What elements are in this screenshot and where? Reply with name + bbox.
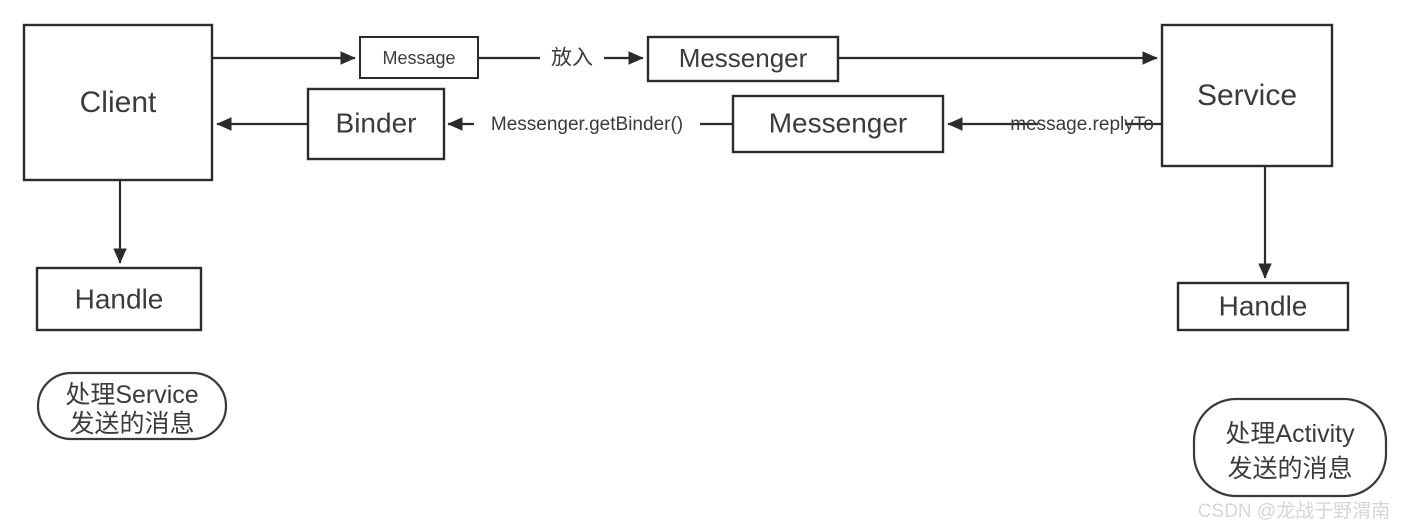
note-right-line1: 处理Activity: [1225, 420, 1355, 448]
note-left-line1: 处理Service: [65, 381, 198, 409]
note-right-line2: 发送的消息: [1227, 455, 1352, 483]
node-service-label: Service: [1197, 79, 1297, 112]
node-messenger-top-label: Messenger: [679, 43, 808, 73]
node-client-label: Client: [80, 86, 157, 119]
messenger-flow-diagram: 放入 message.replyTo Messenger.getBinder()…: [22, 23, 1390, 522]
note-left-line2: 发送的消息: [69, 410, 194, 438]
edge-label-reply-to: message.replyTo: [1010, 114, 1154, 135]
node-handle-left-label: Handle: [75, 283, 164, 314]
node-handle-right-label: Handle: [1219, 290, 1308, 321]
diagram-canvas: 放入 message.replyTo Messenger.getBinder()…: [0, 0, 1408, 531]
edge-label-get-binder: Messenger.getBinder(): [491, 114, 683, 135]
node-message-label: Message: [382, 48, 455, 68]
node-messenger-bottom-label: Messenger: [769, 107, 908, 138]
node-binder-label: Binder: [336, 107, 417, 138]
edge-label-put-in: 放入: [551, 47, 593, 70]
csdn-watermark: CSDN @龙战于野渭南: [1198, 500, 1390, 522]
